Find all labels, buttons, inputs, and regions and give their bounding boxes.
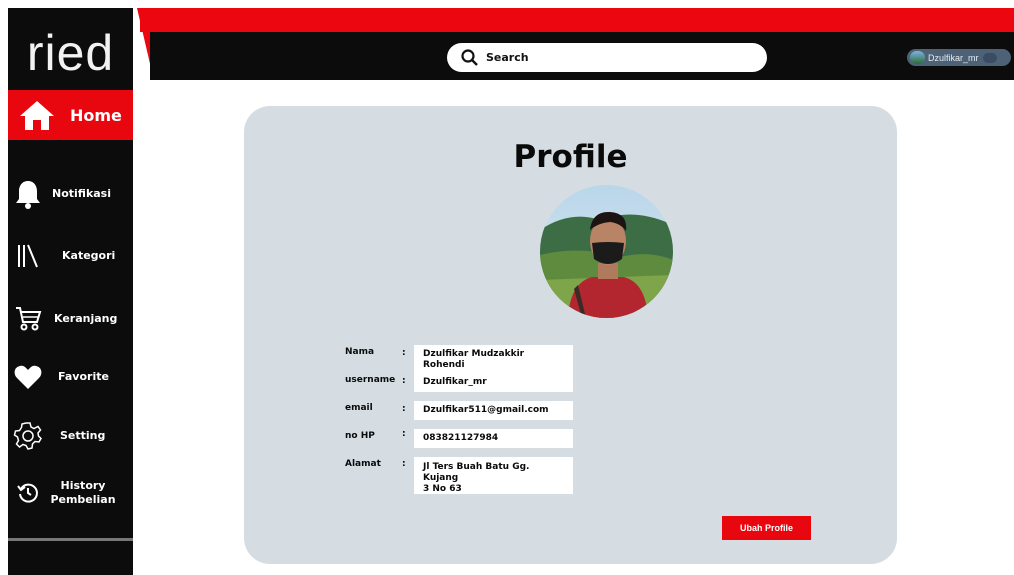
address-line1: Jl Ters Buah Batu Gg. Kujang (423, 462, 530, 483)
username-label: Dzulfikar_mr (928, 52, 979, 63)
field-colon: : (402, 429, 406, 439)
field-row-nama: Nama : Dzulfikar Mudzakkir Rohendi (345, 345, 573, 375)
username-field[interactable]: Dzulfikar_mr (414, 373, 573, 392)
field-row-email: email : Dzulfikar511@gmail.com (345, 401, 573, 420)
avatar (910, 51, 925, 64)
field-label: username (345, 375, 396, 385)
sidebar-item-keranjang[interactable]: Keranjang (8, 299, 133, 339)
user-account-chip[interactable]: Dzulfikar_mr (907, 49, 1011, 66)
heart-icon (8, 357, 48, 397)
profile-photo (540, 185, 673, 318)
sidebar-item-label: History Pembelian (48, 479, 118, 507)
history-label-line1: History (60, 479, 106, 492)
cart-icon (8, 299, 48, 339)
sidebar-item-label: Notifikasi (52, 187, 112, 200)
nama-field[interactable]: Dzulfikar Mudzakkir Rohendi (414, 345, 573, 375)
profile-card: Profile Nama : Dzulfikar Mudzakkir Rohen… (244, 106, 897, 564)
bell-icon (8, 174, 48, 214)
sidebar-item-notifikasi[interactable]: Notifikasi (8, 174, 133, 214)
field-colon: : (402, 376, 406, 386)
history-label-line2: Pembelian (50, 493, 116, 506)
edit-profile-button[interactable]: Ubah Profile (722, 516, 811, 540)
sidebar-item-label: Setting (60, 429, 106, 442)
field-label: no HP (345, 431, 375, 441)
field-row-no-hp: no HP : 083821127984 (345, 429, 573, 448)
chip-indicator (982, 52, 997, 63)
search-icon (461, 49, 478, 66)
sidebar-item-favorite[interactable]: Favorite (8, 357, 133, 397)
phone-field[interactable]: 083821127984 (414, 429, 573, 448)
field-row-username: username : Dzulfikar_mr (345, 373, 573, 392)
sidebar-item-label: Favorite (58, 370, 109, 383)
gear-icon (8, 416, 48, 456)
sidebar-item-label: Home (70, 105, 122, 125)
page-title: Profile (513, 139, 628, 175)
sidebar-item-label: Keranjang (54, 312, 118, 325)
field-colon: : (402, 459, 406, 469)
search-input[interactable]: Search (447, 43, 767, 72)
sidebar-divider (8, 538, 133, 541)
address-field[interactable]: Jl Ters Buah Batu Gg. Kujang 3 No 63 (414, 457, 573, 494)
field-label: Nama (345, 347, 375, 357)
field-label: email (345, 403, 373, 413)
sidebar-item-home[interactable]: Home (8, 90, 133, 140)
field-colon: : (402, 348, 406, 358)
field-label: Alamat (345, 459, 381, 469)
field-colon: : (402, 404, 406, 414)
history-icon (8, 473, 48, 513)
email-field[interactable]: Dzulfikar511@gmail.com (414, 401, 573, 420)
sidebar-item-kategori[interactable]: Kategori (8, 236, 133, 276)
sidebar-item-setting[interactable]: Setting (8, 416, 133, 456)
sidebar-item-label: Kategori (62, 249, 116, 262)
library-icon (8, 236, 48, 276)
address-line2: 3 No 63 (423, 484, 462, 494)
app-logo[interactable]: ried (8, 28, 133, 78)
header-accent-stripe (140, 8, 1014, 32)
sidebar-item-history-pembelian[interactable]: History Pembelian (8, 473, 133, 513)
sidebar: ried Home Notifikasi Kategori Keranjang … (8, 8, 133, 575)
field-row-alamat: Alamat : Jl Ters Buah Batu Gg. Kujang 3 … (345, 457, 573, 494)
home-icon (18, 99, 56, 131)
search-placeholder: Search (486, 51, 529, 64)
